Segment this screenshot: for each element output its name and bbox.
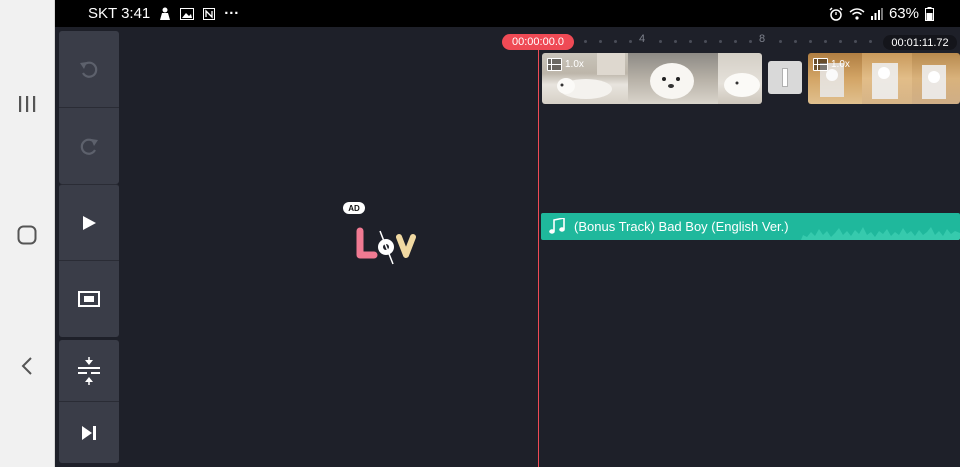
expand-timeline-button[interactable] — [59, 340, 119, 401]
film-icon — [547, 58, 562, 71]
clip-thumbnail — [912, 53, 960, 104]
clip-thumbnail — [628, 53, 718, 104]
ad-badge: AD — [343, 202, 365, 214]
back-icon — [21, 357, 32, 375]
undo-button[interactable] — [59, 31, 119, 107]
recents-icon — [19, 96, 36, 112]
notification-person-icon — [159, 7, 171, 21]
expand-timeline-icon — [78, 356, 100, 385]
lov-sticker-logo — [356, 227, 416, 265]
battery-charging-icon — [925, 6, 934, 21]
wifi-icon — [849, 7, 865, 20]
skip-to-end-button[interactable] — [59, 401, 119, 463]
redo-button[interactable] — [59, 107, 119, 184]
play-icon — [83, 216, 96, 230]
video-clip-2[interactable]: 1.0x — [808, 53, 960, 104]
back-button[interactable] — [0, 346, 54, 386]
ruler-mark-8: 8 — [759, 33, 766, 45]
clip-speed: 1.0x — [565, 59, 584, 70]
signal-icon — [870, 7, 883, 20]
nfc-icon — [203, 7, 216, 20]
timeline[interactable]: 4 8 00:01:11.72 1.0x 1.0x (Bonus Track) … — [502, 27, 960, 467]
clip-speed-tag: 1.0x — [547, 58, 584, 71]
total-duration: 00:01:11.72 — [883, 35, 957, 50]
alarm-icon — [829, 6, 843, 21]
video-editor: AD 4 8 00:01:11.72 1.0x 1.0x (Bonus Trac… — [55, 27, 960, 467]
film-icon — [813, 58, 828, 71]
play-button[interactable] — [59, 184, 119, 261]
audio-track[interactable]: (Bonus Track) Bad Boy (English Ver.) — [541, 213, 960, 240]
more-notifications: ··· — [224, 5, 240, 22]
recents-button[interactable] — [0, 84, 54, 124]
status-bar: SKT 3:41 ··· 63% — [55, 0, 960, 27]
preview-area[interactable]: AD — [124, 27, 538, 467]
clip-speed: 1.0x — [831, 59, 850, 70]
ruler-mark-4: 4 — [639, 33, 646, 45]
music-note-icon — [549, 218, 565, 234]
skip-to-end-icon — [82, 425, 96, 440]
playhead-line[interactable] — [538, 50, 539, 467]
screen-capture-icon — [78, 291, 100, 307]
gallery-icon — [180, 7, 195, 20]
transition-icon — [782, 68, 788, 87]
audio-track-title: (Bonus Track) Bad Boy (English Ver.) — [574, 219, 789, 234]
system-navigation-bar — [0, 0, 55, 467]
battery-percent: 63% — [888, 5, 919, 22]
clip-thumbnail — [862, 53, 912, 104]
transition-button[interactable] — [768, 61, 802, 94]
video-clip-1[interactable]: 1.0x — [542, 53, 762, 104]
home-icon — [17, 225, 37, 245]
home-button[interactable] — [0, 215, 54, 255]
carrier-time: SKT 3:41 — [88, 5, 151, 22]
screen-capture-button[interactable] — [59, 260, 119, 337]
playhead-time[interactable]: 00:00:00.0 — [502, 34, 574, 50]
redo-icon — [80, 138, 98, 155]
clip-speed-tag: 1.0x — [813, 58, 850, 71]
clip-thumbnail — [718, 53, 762, 104]
undo-icon — [80, 61, 98, 78]
